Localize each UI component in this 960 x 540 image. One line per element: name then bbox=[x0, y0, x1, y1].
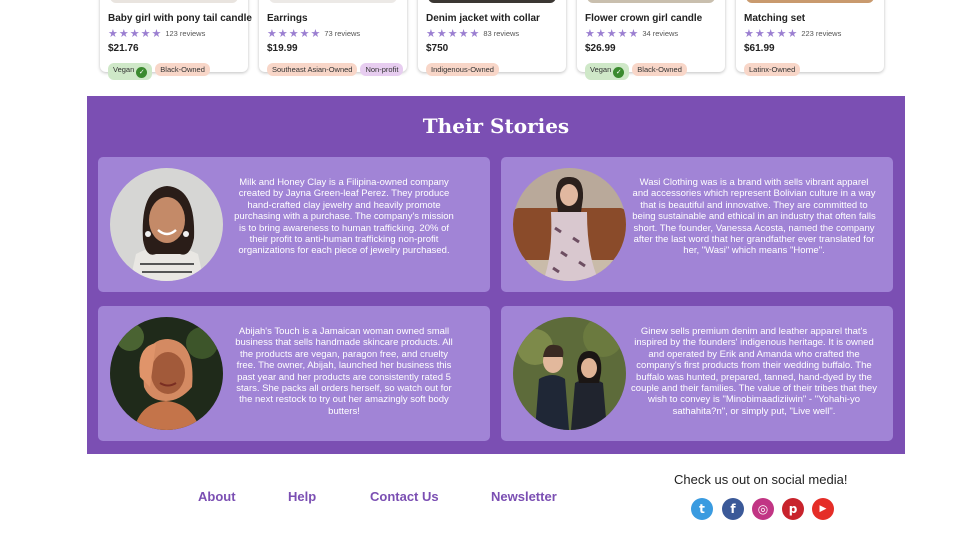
facebook-icon[interactable]: f bbox=[722, 498, 744, 520]
badge-vegan: Vegan ✓ bbox=[108, 63, 153, 80]
social-heading: Check us out on social media! bbox=[674, 472, 848, 487]
story-card: Ginew sells premium denim and leather ap… bbox=[501, 306, 893, 441]
product-image[interactable] bbox=[587, 0, 715, 3]
product-price: $61.99 bbox=[744, 43, 775, 54]
story-card: Abijah's Touch is a Jamaican woman owned… bbox=[98, 306, 490, 441]
product-strip: Baby girl with pony tail candle ★★★★★ 123… bbox=[87, 0, 905, 96]
product-image[interactable] bbox=[746, 0, 874, 3]
page: Baby girl with pony tail candle ★★★★★ 123… bbox=[87, 0, 905, 540]
review-count: 123 reviews bbox=[165, 29, 206, 38]
badge-list: Vegan ✓ Black-Owned bbox=[585, 59, 725, 80]
pinterest-icon[interactable]: p bbox=[782, 498, 804, 520]
badge-vegan: Vegan ✓ bbox=[585, 63, 630, 80]
founder-photo bbox=[513, 168, 626, 281]
site-footer: About Help Contact Us Newsletter Check u… bbox=[87, 454, 905, 540]
badge-list: Vegan ✓ Black-Owned bbox=[108, 59, 248, 80]
rating-stars: ★★★★★ 73 reviews bbox=[267, 28, 361, 40]
review-count: 73 reviews bbox=[324, 29, 361, 38]
badge-list: Latinx-Owned bbox=[744, 59, 884, 77]
rating-stars: ★★★★★ 223 reviews bbox=[744, 28, 842, 40]
product-price: $21.76 bbox=[108, 43, 139, 54]
product-card[interactable]: Denim jacket with collar ★★★★★ 83 reviews… bbox=[418, 0, 566, 76]
leaf-icon: ✓ bbox=[613, 67, 625, 78]
instagram-icon[interactable]: ◎ bbox=[752, 498, 774, 520]
stories-section: Their Stories Milk and Honey Clay is a F… bbox=[87, 96, 905, 454]
badge-black-owned: Black-Owned bbox=[632, 63, 687, 76]
product-price: $26.99 bbox=[585, 43, 616, 54]
product-card[interactable]: Earrings ★★★★★ 73 reviews $19.99 Southeas… bbox=[259, 0, 407, 76]
story-text: Milk and Honey Clay is a Filipina-owned … bbox=[234, 177, 454, 257]
product-price: $19.99 bbox=[267, 43, 298, 54]
product-name[interactable]: Baby girl with pony tail candle bbox=[108, 13, 252, 24]
badge-list: Indigenous-Owned bbox=[426, 59, 566, 77]
footer-link-help[interactable]: Help bbox=[288, 489, 316, 504]
badge-southeast-asian-owned: Southeast Asian-Owned bbox=[267, 63, 358, 76]
footer-link-newsletter[interactable]: Newsletter bbox=[491, 489, 557, 504]
founder-photo bbox=[110, 168, 223, 281]
twitter-icon[interactable]: t bbox=[691, 498, 713, 520]
section-title: Their Stories bbox=[422, 114, 570, 138]
badge-latinx-owned: Latinx-Owned bbox=[744, 63, 801, 76]
story-text: Wasi Clothing was is a brand with sells … bbox=[632, 177, 876, 257]
badge-non-profit: Non-profit bbox=[360, 63, 404, 76]
product-card[interactable]: Baby girl with pony tail candle ★★★★★ 123… bbox=[100, 0, 252, 80]
youtube-icon[interactable]: ▶ bbox=[812, 498, 834, 520]
product-image[interactable] bbox=[110, 0, 238, 3]
rating-stars: ★★★★★ 83 reviews bbox=[426, 28, 520, 40]
founder-photo bbox=[513, 317, 626, 430]
founder-photo bbox=[110, 317, 223, 430]
story-text: Ginew sells premium denim and leather ap… bbox=[631, 326, 877, 417]
product-price: $750 bbox=[426, 43, 449, 54]
leaf-icon: ✓ bbox=[136, 67, 148, 78]
badge-indigenous-owned: Indigenous-Owned bbox=[426, 63, 499, 76]
product-card[interactable]: Matching set ★★★★★ 223 reviews $61.99 Lat… bbox=[736, 0, 884, 76]
rating-stars: ★★★★★ 123 reviews bbox=[108, 28, 206, 40]
product-name[interactable]: Matching set bbox=[744, 13, 884, 24]
rating-stars: ★★★★★ 34 reviews bbox=[585, 28, 679, 40]
badge-black-owned: Black-Owned bbox=[155, 63, 210, 76]
footer-link-about[interactable]: About bbox=[198, 489, 236, 504]
review-count: 223 reviews bbox=[801, 29, 842, 38]
story-text: Abijah's Touch is a Jamaican woman owned… bbox=[235, 326, 453, 417]
review-count: 34 reviews bbox=[642, 29, 679, 38]
product-name[interactable]: Earrings bbox=[267, 13, 407, 24]
review-count: 83 reviews bbox=[483, 29, 520, 38]
product-name[interactable]: Flower crown girl candle bbox=[585, 13, 725, 24]
story-card: Wasi Clothing was is a brand with sells … bbox=[501, 157, 893, 292]
product-image[interactable] bbox=[269, 0, 397, 3]
product-image[interactable] bbox=[428, 0, 556, 3]
product-name[interactable]: Denim jacket with collar bbox=[426, 13, 566, 24]
footer-link-contact-us[interactable]: Contact Us bbox=[370, 489, 439, 504]
story-card: Milk and Honey Clay is a Filipina-owned … bbox=[98, 157, 490, 292]
product-card[interactable]: Flower crown girl candle ★★★★★ 34 reviews… bbox=[577, 0, 725, 80]
badge-list: Southeast Asian-Owned Non-profit bbox=[267, 59, 407, 77]
